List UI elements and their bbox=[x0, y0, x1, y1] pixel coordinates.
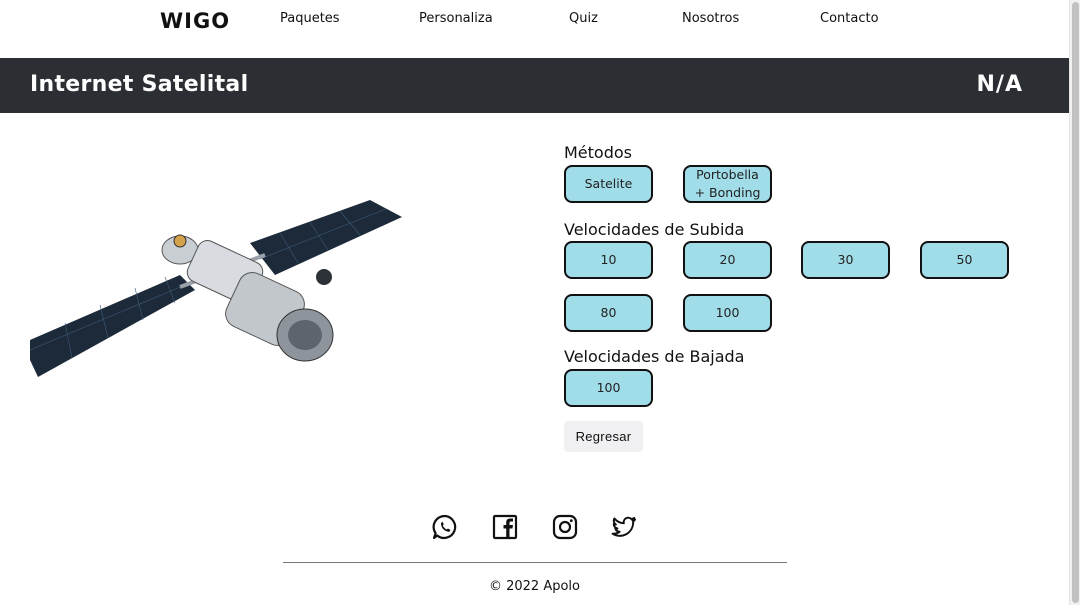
nav-link-contacto[interactable]: Contacto bbox=[820, 11, 879, 26]
whatsapp-icon[interactable] bbox=[431, 513, 459, 541]
module-top-port bbox=[173, 234, 187, 248]
facebook-icon[interactable] bbox=[491, 513, 519, 541]
bajada-option-100[interactable]: 100 bbox=[564, 369, 653, 407]
subida-option-50[interactable]: 50 bbox=[920, 241, 1009, 279]
logo[interactable]: WIGO bbox=[160, 9, 230, 33]
nav-link-personaliza[interactable]: Personaliza bbox=[419, 11, 493, 26]
top-navbar: WIGO Paquetes Personaliza Quiz Nosotros … bbox=[0, 0, 1069, 58]
subida-option-100[interactable]: 100 bbox=[683, 294, 772, 332]
footer-divider bbox=[283, 562, 787, 563]
antenna-dish bbox=[316, 269, 332, 285]
solar-panel-right bbox=[250, 200, 402, 275]
regresar-button[interactable]: Regresar bbox=[564, 421, 643, 452]
subida-option-10[interactable]: 10 bbox=[564, 241, 653, 279]
vertical-scrollbar[interactable] bbox=[1069, 0, 1080, 605]
subida-option-30[interactable]: 30 bbox=[801, 241, 890, 279]
banner-right-text: N/A bbox=[976, 72, 1023, 97]
page-title: Internet Satelital bbox=[30, 72, 249, 97]
instagram-icon[interactable] bbox=[551, 513, 579, 541]
docking-port bbox=[288, 320, 322, 350]
copyright-text: © 2022 Apolo bbox=[488, 579, 580, 594]
nav-link-paquetes[interactable]: Paquetes bbox=[280, 11, 340, 26]
bajada-label: Velocidades de Bajada bbox=[564, 347, 745, 366]
subida-option-20[interactable]: 20 bbox=[683, 241, 772, 279]
twitter-icon[interactable] bbox=[610, 513, 638, 541]
page-banner: Internet Satelital N/A bbox=[0, 58, 1069, 113]
subida-label: Velocidades de Subida bbox=[564, 220, 745, 239]
metodo-option-satelite[interactable]: Satelite bbox=[564, 165, 653, 203]
metodos-label: Métodos bbox=[564, 143, 632, 162]
scrollbar-thumb[interactable] bbox=[1072, 2, 1079, 603]
nav-link-nosotros[interactable]: Nosotros bbox=[682, 11, 739, 26]
metodo-option-portobella-bonding[interactable]: Portobella + Bonding bbox=[683, 165, 772, 203]
subida-option-80[interactable]: 80 bbox=[564, 294, 653, 332]
nav-link-quiz[interactable]: Quiz bbox=[569, 11, 598, 26]
satellite-image bbox=[30, 200, 402, 377]
